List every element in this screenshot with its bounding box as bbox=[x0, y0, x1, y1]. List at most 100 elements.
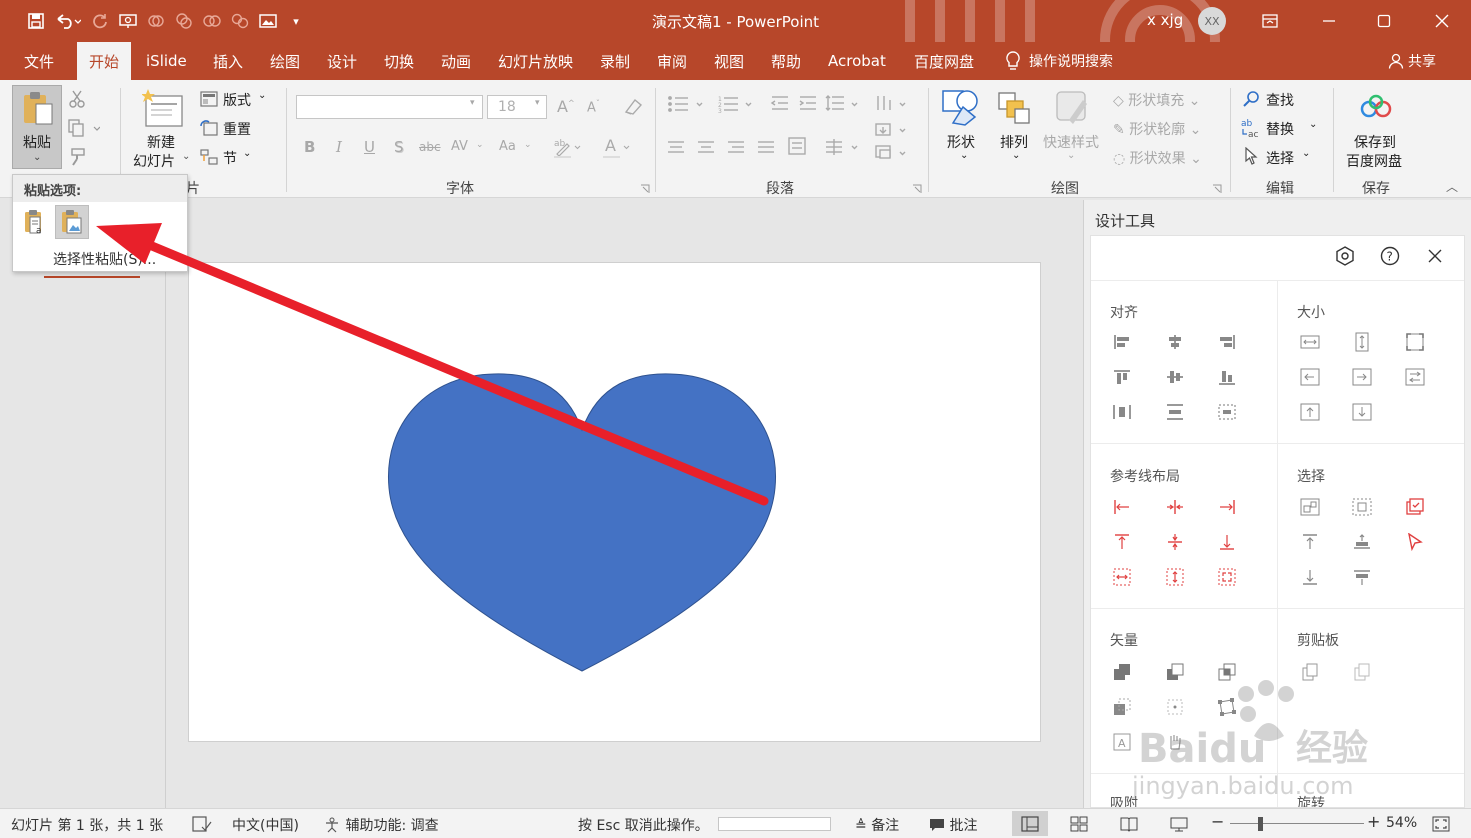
guide-right-icon[interactable] bbox=[1215, 496, 1239, 518]
replace-dropdown-icon[interactable]: ⌄ bbox=[1309, 119, 1317, 130]
accessibility-button[interactable]: 辅助功能: 调查 bbox=[323, 815, 439, 835]
arrange-icon[interactable] bbox=[997, 91, 1033, 127]
zoom-slider-thumb[interactable] bbox=[1258, 817, 1263, 831]
slide-thumbnails-pane[interactable] bbox=[0, 198, 166, 808]
tab-help[interactable]: 帮助 bbox=[759, 42, 813, 80]
font-name-dropdown-icon[interactable]: ▾ bbox=[470, 98, 475, 108]
paste-as-picture-icon[interactable] bbox=[55, 205, 89, 239]
align-top-icon[interactable] bbox=[1110, 366, 1134, 388]
cut-icon[interactable] bbox=[68, 90, 86, 108]
guide-center-horizontal-icon[interactable] bbox=[1163, 496, 1187, 518]
zoom-out-icon[interactable]: − bbox=[1211, 812, 1224, 831]
normal-view-icon[interactable] bbox=[1012, 811, 1048, 836]
close-icon[interactable] bbox=[1419, 4, 1465, 38]
ribbon-display-options-icon[interactable] bbox=[1247, 4, 1293, 38]
clear-formatting-icon[interactable] bbox=[623, 97, 643, 115]
align-right-icon[interactable] bbox=[1215, 331, 1239, 353]
select-same-size-icon[interactable] bbox=[1298, 496, 1322, 518]
align-middle-icon[interactable] bbox=[1163, 366, 1187, 388]
guide-center-vertical-icon[interactable] bbox=[1163, 531, 1187, 553]
change-case-dropdown-icon[interactable]: ⌄ bbox=[524, 140, 532, 150]
select-middle-icon[interactable] bbox=[1350, 531, 1374, 553]
paste-special-item[interactable]: 选择性粘贴(S)... bbox=[53, 249, 156, 269]
slide-canvas[interactable] bbox=[188, 262, 1041, 742]
language-indicator[interactable]: 中文(中国) bbox=[232, 815, 299, 835]
spelling-icon[interactable] bbox=[192, 816, 212, 836]
layout-dropdown-icon[interactable]: ⌄ bbox=[258, 90, 266, 101]
select-dropdown-icon[interactable]: ⌄ bbox=[1302, 148, 1310, 159]
new-slide-icon[interactable] bbox=[142, 88, 184, 132]
zoom-slider-track[interactable] bbox=[1230, 823, 1364, 824]
maximize-icon[interactable] bbox=[1361, 4, 1407, 38]
font-name-input[interactable] bbox=[296, 95, 483, 119]
shapes-dropdown-icon[interactable]: ⌄ bbox=[960, 150, 968, 161]
shape-effects-button[interactable]: ◌ 形状效果 ⌄ bbox=[1113, 148, 1202, 168]
align-center-icon[interactable] bbox=[1163, 331, 1187, 353]
zoom-in-icon[interactable]: + bbox=[1367, 812, 1380, 831]
vector-subtract-icon[interactable] bbox=[1163, 661, 1187, 683]
select-checked-icon[interactable] bbox=[1403, 496, 1427, 518]
shape-outline-button[interactable]: ✎ 形状轮廓 ⌄ bbox=[1113, 119, 1201, 139]
new-slide-label-1[interactable]: 新建 bbox=[147, 132, 175, 152]
reset-label[interactable]: 重置 bbox=[223, 119, 251, 139]
tab-animations[interactable]: 动画 bbox=[429, 42, 483, 80]
vector-edit-points-icon[interactable] bbox=[1215, 696, 1239, 718]
help-icon[interactable]: ? bbox=[1378, 244, 1402, 268]
vector-hand-icon[interactable] bbox=[1163, 731, 1187, 753]
tab-home[interactable]: 开始 bbox=[77, 42, 132, 80]
same-size-icon[interactable] bbox=[1403, 331, 1427, 353]
select-cursor-red-icon[interactable] bbox=[1403, 531, 1427, 553]
settings-hexagon-icon[interactable] bbox=[1333, 244, 1357, 268]
change-case-button[interactable]: Aa bbox=[499, 139, 516, 154]
swap-size-icon[interactable] bbox=[1403, 366, 1427, 388]
collapse-ribbon-icon[interactable]: ︿ bbox=[1446, 178, 1458, 195]
paste-position-icon[interactable] bbox=[1350, 661, 1374, 683]
layout-icon[interactable] bbox=[200, 91, 218, 107]
keep-text-only-icon[interactable]: a bbox=[18, 205, 52, 239]
extend-top-icon[interactable] bbox=[1298, 401, 1322, 423]
same-width-icon[interactable] bbox=[1298, 331, 1322, 353]
heart-shape[interactable] bbox=[387, 373, 777, 672]
extend-left-icon[interactable] bbox=[1298, 366, 1322, 388]
strikethrough-button[interactable]: abc bbox=[419, 140, 441, 154]
guide-fill-all-icon[interactable] bbox=[1215, 566, 1239, 588]
select-same-type-icon[interactable] bbox=[1350, 496, 1374, 518]
layout-label[interactable]: 版式 bbox=[223, 90, 251, 110]
extend-bottom-icon[interactable] bbox=[1350, 401, 1374, 423]
vector-split-icon[interactable] bbox=[1110, 696, 1134, 718]
tab-islide[interactable]: iSlide bbox=[134, 42, 199, 80]
replace-icon[interactable]: abac bbox=[1240, 117, 1262, 139]
bold-button[interactable]: B bbox=[304, 138, 315, 156]
share-button[interactable]: 共享 bbox=[1388, 42, 1436, 80]
drawing-dialog-launcher-icon[interactable] bbox=[1212, 184, 1222, 194]
vector-union-icon[interactable] bbox=[1110, 661, 1134, 683]
quick-styles-label[interactable]: 快速样式 bbox=[1043, 132, 1099, 152]
vector-fragment-icon[interactable] bbox=[1163, 696, 1187, 718]
quick-styles-icon[interactable] bbox=[1055, 90, 1091, 128]
comments-button[interactable]: 批注 bbox=[929, 815, 977, 835]
text-shadow-button[interactable]: S bbox=[394, 138, 404, 156]
select-bottom-icon[interactable] bbox=[1298, 566, 1322, 588]
shapes-label[interactable]: 形状 bbox=[947, 132, 975, 152]
shapes-icon[interactable] bbox=[941, 89, 983, 127]
guide-fill-width-icon[interactable] bbox=[1110, 566, 1134, 588]
reading-view-icon[interactable] bbox=[1111, 811, 1147, 836]
guide-top-icon[interactable] bbox=[1110, 531, 1134, 553]
notes-button[interactable]: ≜ 备注 bbox=[855, 815, 899, 835]
tab-draw[interactable]: 绘图 bbox=[258, 42, 312, 80]
tab-slideshow[interactable]: 幻灯片放映 bbox=[486, 42, 585, 80]
arrange-dropdown-icon[interactable]: ⌄ bbox=[1012, 150, 1020, 161]
zoom-level[interactable]: 54% bbox=[1386, 815, 1417, 831]
vector-text-icon[interactable]: A bbox=[1110, 731, 1134, 753]
baidu-netdisk-icon[interactable] bbox=[1360, 94, 1392, 120]
slide-sorter-view-icon[interactable] bbox=[1061, 811, 1097, 836]
save-to-label-1[interactable]: 保存到 bbox=[1354, 132, 1396, 152]
tab-file[interactable]: 文件 bbox=[12, 42, 66, 80]
copy-icon[interactable] bbox=[68, 119, 100, 137]
panel-close-icon[interactable] bbox=[1423, 244, 1447, 268]
arrange-label[interactable]: 排列 bbox=[1000, 132, 1028, 152]
distribute-horizontal-icon[interactable] bbox=[1110, 401, 1134, 423]
tell-me-search[interactable]: 操作说明搜索 bbox=[1005, 42, 1113, 80]
select-cursor-icon[interactable] bbox=[1244, 147, 1260, 165]
align-to-slide-icon[interactable] bbox=[1215, 401, 1239, 423]
